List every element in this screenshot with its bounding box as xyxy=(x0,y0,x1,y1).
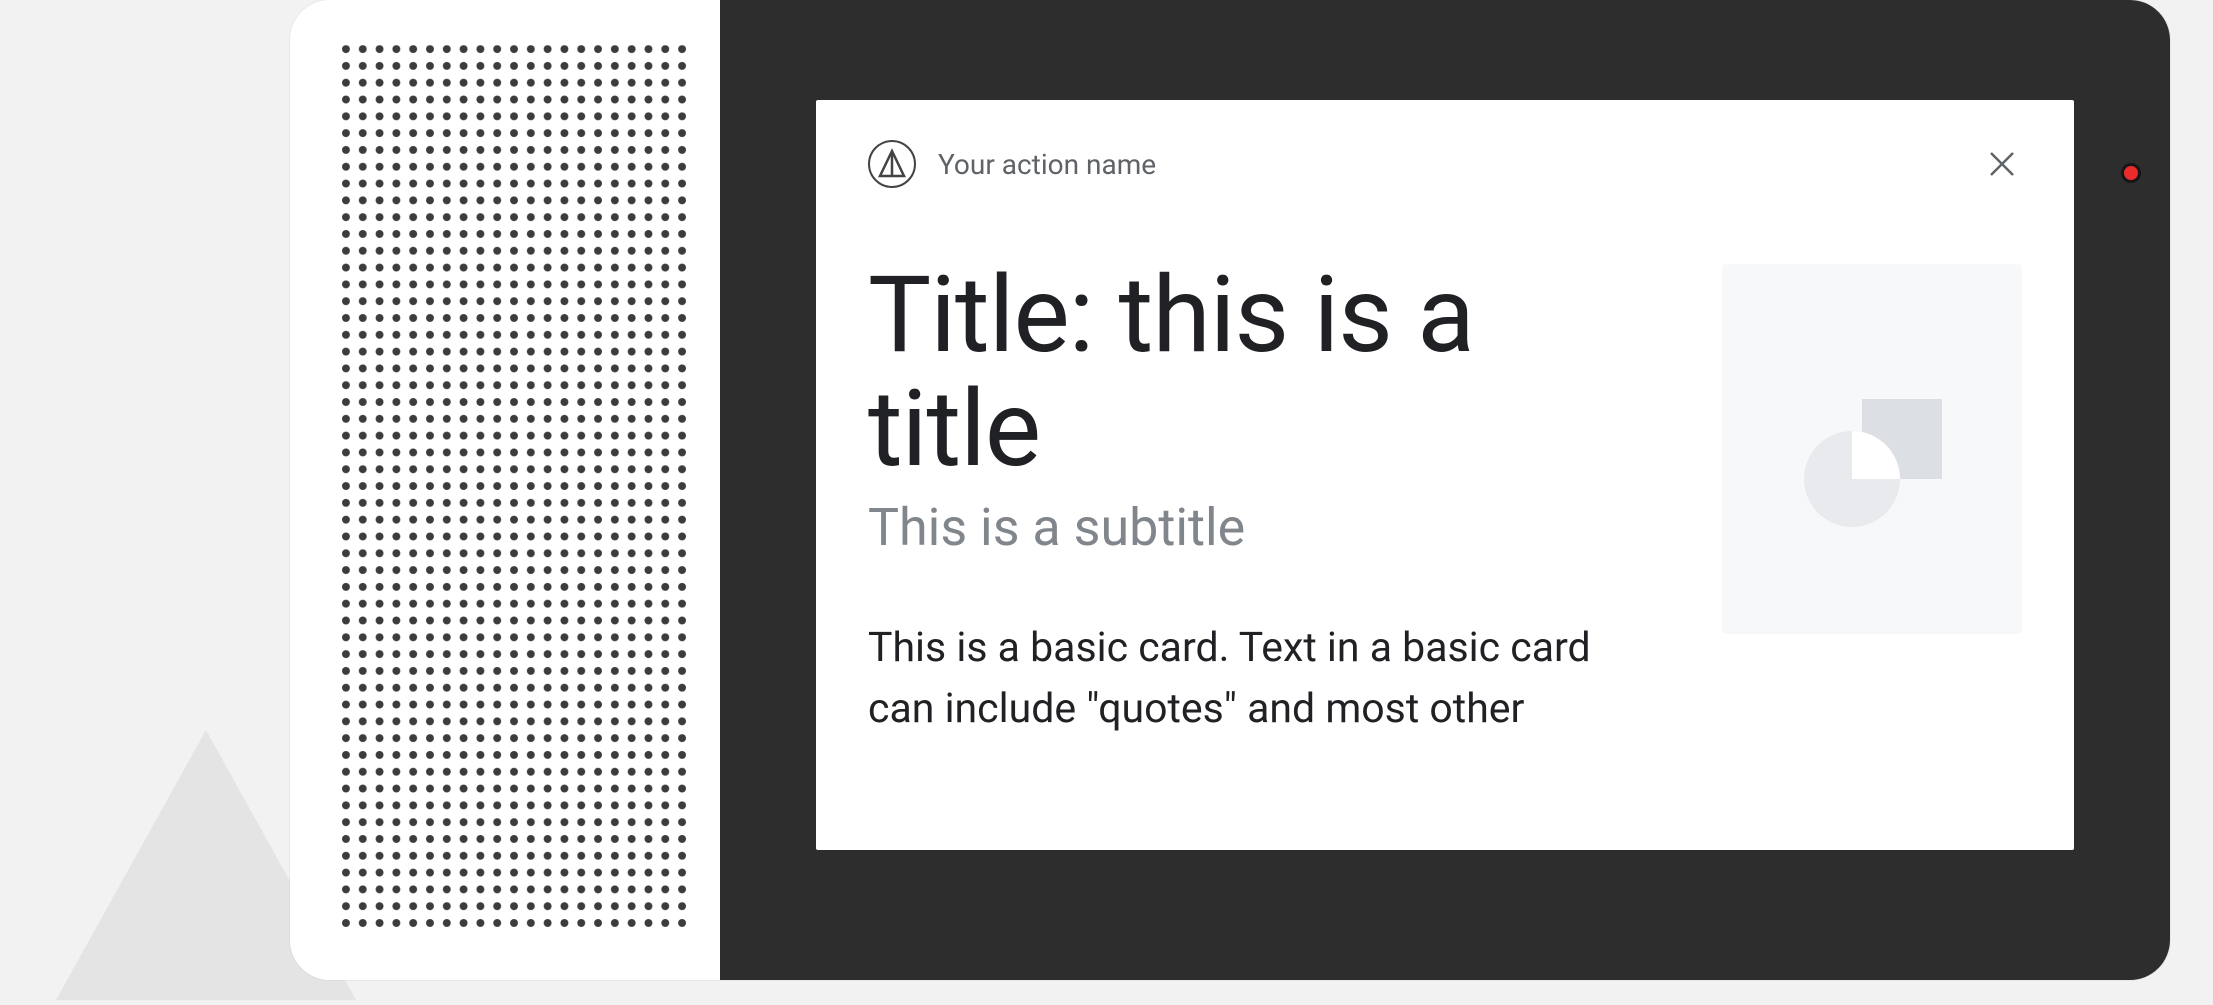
card-text-area: Title: this is a title This is a subtitl… xyxy=(868,258,1642,741)
card-title: Title: this is a title xyxy=(868,258,1642,487)
speaker-grille xyxy=(290,0,720,980)
speaker-dots-icon xyxy=(342,38,688,942)
action-name-label: Your action name xyxy=(938,148,1156,181)
display-screen: Your action name Title: this is a title … xyxy=(720,0,2170,980)
card-description: This is a basic card. Text in a basic ca… xyxy=(868,618,1642,741)
card-body: Title: this is a title This is a subtitl… xyxy=(868,258,2022,741)
camera-led-indicator xyxy=(2124,166,2138,180)
close-button[interactable] xyxy=(1982,144,2022,184)
close-icon xyxy=(1986,148,2018,180)
action-logo-icon xyxy=(868,140,916,188)
card-image-placeholder xyxy=(1722,264,2022,634)
image-placeholder-icon xyxy=(1792,369,1952,529)
basic-card: Your action name Title: this is a title … xyxy=(816,100,2074,850)
smart-display-device: Your action name Title: this is a title … xyxy=(290,0,2170,980)
card-header: Your action name xyxy=(868,140,2022,188)
card-subtitle: This is a subtitle xyxy=(868,497,1642,558)
